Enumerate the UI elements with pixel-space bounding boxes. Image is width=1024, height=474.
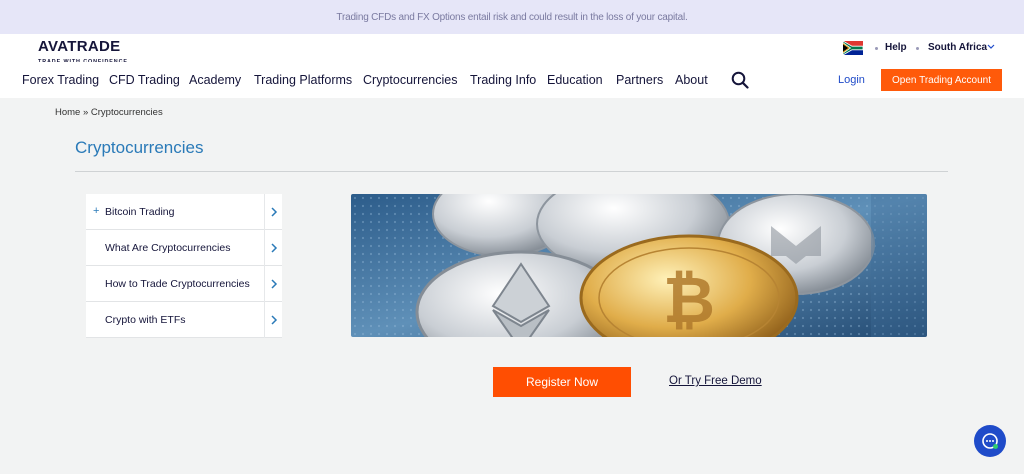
logo-wordmark-graphic: AVATRADE [38,38,120,55]
nav-education[interactable]: Education [547,73,603,87]
chevron-right-icon[interactable] [264,302,282,338]
login-link[interactable]: Login [838,74,865,86]
avatrade-logo[interactable]: AVATRADE TRADE WITH CONFIDENCE [38,38,142,65]
search-icon[interactable] [731,71,749,89]
chat-icon [982,433,998,449]
help-link[interactable]: Help [885,42,907,53]
logo-wordmark: AVATRADE [38,38,142,56]
side-menu-label: Crypto with ETFs [105,314,186,326]
svg-text:AVATRADE: AVATRADE [38,38,120,53]
chevron-right-icon[interactable] [264,266,282,302]
svg-text:₿: ₿ [663,264,715,336]
separator-dot [916,47,919,50]
nav-forex-trading[interactable]: Forex Trading [22,73,99,87]
side-menu-item-crypto-with-etfs[interactable]: Crypto with ETFs [86,302,282,338]
side-menu-item-how-to-trade-cryptocurrencies[interactable]: How to Trade Cryptocurrencies [86,266,282,302]
nav-academy[interactable]: Academy [189,73,241,87]
nav-trading-info[interactable]: Trading Info [470,73,536,87]
chevron-right-icon[interactable] [264,230,282,266]
main-navigation: Forex Trading CFD Trading Academy Tradin… [0,62,1024,98]
nav-trading-platforms[interactable]: Trading Platforms [254,73,352,87]
open-trading-account-label: Open Trading Account [892,74,991,86]
open-trading-account-button[interactable]: Open Trading Account [881,69,1002,91]
side-menu-label: Bitcoin Trading [105,206,175,218]
side-menu-label: How to Trade Cryptocurrencies [105,278,250,290]
register-now-button[interactable]: Register Now [493,367,631,397]
south-africa-flag-icon[interactable] [843,41,863,55]
page-title: Cryptocurrencies [75,138,204,157]
crypto-coins-hero-image: ₿ [351,194,927,337]
chevron-down-icon[interactable] [986,41,996,53]
risk-warning-banner: Trading CFDs and FX Options entail risk … [0,0,1024,34]
free-demo-link[interactable]: Or Try Free Demo [669,375,762,387]
side-menu-label: What Are Cryptocurrencies [105,242,231,254]
top-utility-bar: AVATRADE TRADE WITH CONFIDENCE Help Sout… [0,34,1024,65]
side-menu-item-bitcoin-trading[interactable]: + Bitcoin Trading [86,194,282,230]
separator-dot [875,47,878,50]
expand-plus-icon[interactable]: + [93,205,99,217]
side-menu-item-what-are-cryptocurrencies[interactable]: What Are Cryptocurrencies [86,230,282,266]
title-divider [75,171,948,172]
risk-warning-text: Trading CFDs and FX Options entail risk … [336,11,688,23]
side-menu: + Bitcoin Trading What Are Cryptocurrenc… [86,194,282,338]
nav-about[interactable]: About [675,73,708,87]
country-selector[interactable]: South Africa [928,42,987,53]
chat-widget-button[interactable] [974,425,1006,457]
register-now-label: Register Now [525,375,599,389]
nav-cfd-trading[interactable]: CFD Trading [109,73,180,87]
chevron-right-icon[interactable] [264,194,282,230]
breadcrumb[interactable]: Home » Cryptocurrencies [55,107,163,118]
nav-cryptocurrencies[interactable]: Cryptocurrencies [363,73,457,87]
nav-partners[interactable]: Partners [616,73,663,87]
